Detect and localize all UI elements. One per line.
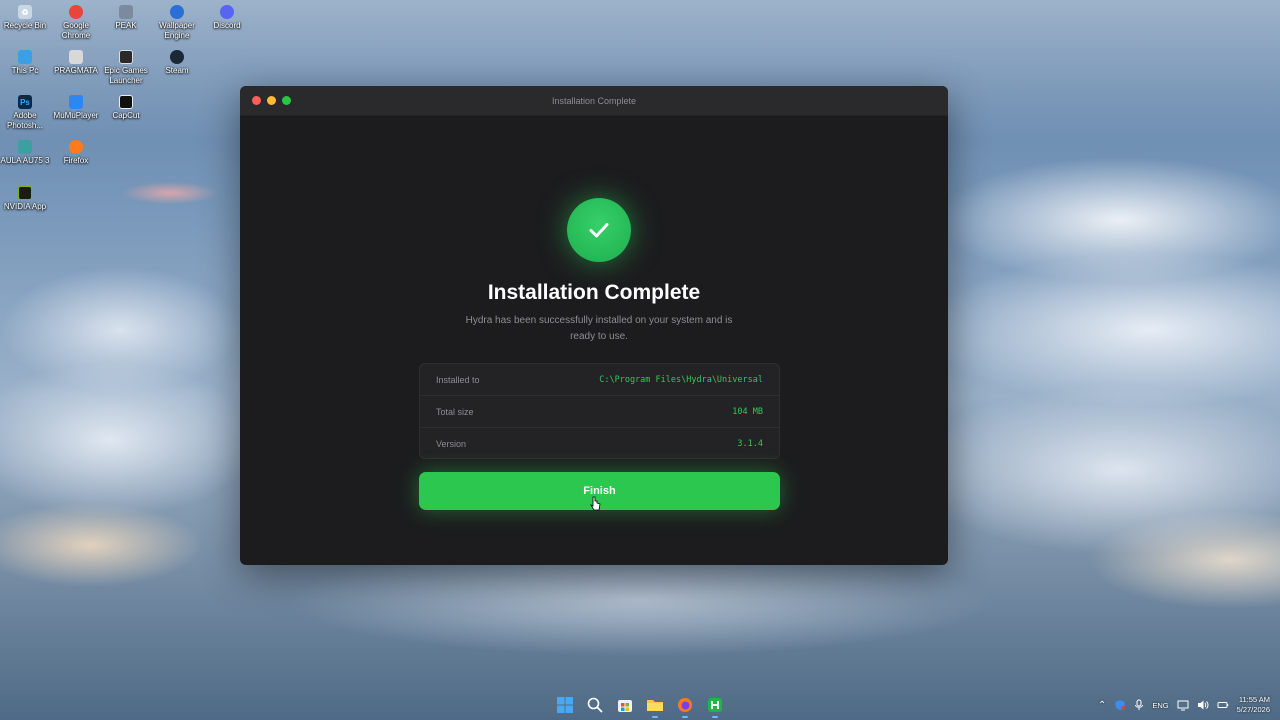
desktop-icon-steam[interactable]: Steam xyxy=(152,50,202,76)
success-check-icon xyxy=(567,198,631,262)
volume-icon[interactable] xyxy=(1197,699,1209,711)
this-pc-icon xyxy=(18,50,32,64)
desktop-icon-pragmata[interactable]: PRAGMATA xyxy=(51,50,101,76)
pragmata-icon xyxy=(69,50,83,64)
chrome-icon xyxy=(69,5,83,19)
taskbar-clock[interactable]: 11:55 AM 5/27/2026 xyxy=(1237,695,1270,715)
file-explorer-icon xyxy=(647,700,663,711)
firefox-icon xyxy=(69,140,83,154)
steam-icon xyxy=(170,50,184,64)
desktop-icon-nvidia-app[interactable]: NVIDIA App xyxy=(0,186,50,212)
store-icon xyxy=(618,700,632,712)
language-indicator[interactable]: ENG xyxy=(1152,701,1168,710)
installer-window: Installation Complete Installation Compl… xyxy=(240,86,948,565)
details-row-version: Version 3.1.4 xyxy=(420,428,779,460)
clock-time: 11:55 AM xyxy=(1238,695,1270,704)
details-value: 104 MB xyxy=(732,406,763,417)
firefox-icon xyxy=(678,698,692,712)
details-value: 3.1.4 xyxy=(737,439,763,449)
details-label: Total size xyxy=(436,406,474,417)
desktop-icon-recycle-bin[interactable]: ♻ Recycle Bin xyxy=(0,5,50,31)
system-tray: ⌃ ENG 11:55 AM 5/27/2026 xyxy=(1098,694,1270,716)
desktop-icon-mumuplayer[interactable]: MuMuPlayer xyxy=(51,95,101,121)
details-row-install-path: Installed to C:\Program Files\Hydra\Univ… xyxy=(420,364,779,396)
start-button[interactable] xyxy=(555,694,575,716)
taskbar-search-button[interactable] xyxy=(585,694,605,716)
network-icon[interactable] xyxy=(1177,699,1189,711)
details-row-total-size: Total size 104 MB xyxy=(420,396,779,428)
desktop-icon-capcut[interactable]: CapCut xyxy=(101,95,151,121)
close-window-button[interactable] xyxy=(252,96,261,105)
capcut-icon xyxy=(119,95,133,109)
windows-start-icon xyxy=(557,697,573,713)
page-title: Installation Complete xyxy=(487,281,701,304)
window-controls xyxy=(252,96,291,105)
wallpaper-engine-icon xyxy=(170,5,184,19)
battery-icon[interactable] xyxy=(1217,699,1229,711)
desktop-icon-adobe-photoshop[interactable]: Ps Adobe Photosh... xyxy=(0,95,50,131)
epic-games-icon xyxy=(119,50,133,64)
peak-icon xyxy=(119,5,133,19)
chevron-up-icon[interactable]: ⌃ xyxy=(1098,700,1106,711)
clock-date: 5/27/2026 xyxy=(1236,705,1270,714)
recycle-bin-icon: ♻ xyxy=(18,5,32,19)
aula-icon xyxy=(18,140,32,154)
desktop-icon-peak[interactable]: PEAK xyxy=(101,5,151,31)
taskbar-hydra-button[interactable] xyxy=(705,694,725,718)
security-icon[interactable] xyxy=(1114,699,1126,711)
taskbar-firefox-button[interactable] xyxy=(675,694,695,718)
taskbar-store-button[interactable] xyxy=(615,694,635,716)
microphone-icon[interactable] xyxy=(1134,699,1144,711)
taskbar-file-explorer-button[interactable] xyxy=(645,694,665,718)
desktop-icon-discord[interactable]: Discord xyxy=(202,5,252,31)
desktop-icon-firefox[interactable]: Firefox xyxy=(51,140,101,166)
desktop-icon-this-pc[interactable]: This Pc xyxy=(0,50,50,76)
checkmark-icon xyxy=(589,223,609,238)
desktop-icon-aula-au75[interactable]: AULA AU75 3 xyxy=(0,140,50,166)
install-details-card: Installed to C:\Program Files\Hydra\Univ… xyxy=(419,363,780,459)
search-icon xyxy=(587,697,603,713)
window-title: Installation Complete xyxy=(551,95,637,106)
nvidia-icon xyxy=(18,186,32,200)
discord-icon xyxy=(220,5,234,19)
taskbar-apps xyxy=(555,692,725,718)
details-label: Installed to xyxy=(436,374,480,385)
details-value: C:\Program Files\Hydra\Universal xyxy=(599,374,763,385)
minimize-window-button[interactable] xyxy=(267,96,276,105)
mumuplayer-icon xyxy=(69,95,83,109)
mouse-cursor-icon xyxy=(590,496,601,511)
photoshop-icon: Ps xyxy=(18,95,32,109)
desktop-icon-epic-games-launcher[interactable]: Epic Games Launcher xyxy=(101,50,151,86)
details-label: Version xyxy=(436,439,467,449)
maximize-window-button[interactable] xyxy=(282,96,291,105)
desktop-icon-google-chrome[interactable]: Google Chrome xyxy=(51,5,101,41)
window-titlebar[interactable]: Installation Complete xyxy=(240,86,948,116)
success-message: Hydra has been successfully installed on… xyxy=(465,315,733,342)
hydra-icon xyxy=(708,698,722,712)
desktop-icon-wallpaper-engine[interactable]: Wallpaper Engine xyxy=(152,5,202,41)
